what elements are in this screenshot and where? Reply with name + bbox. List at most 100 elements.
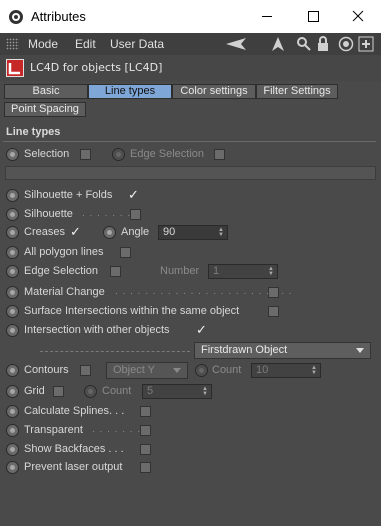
calculate-splines-checkbox[interactable] <box>140 406 151 417</box>
search-icon[interactable] <box>296 36 312 52</box>
surface-intersections-checkbox[interactable] <box>268 306 279 317</box>
all-polygon-lines-checkbox[interactable] <box>120 247 131 258</box>
minimize-button[interactable] <box>244 0 290 33</box>
silhouette-folds-row: Silhouette + Folds ✓ <box>0 187 381 205</box>
intersection-other-checkbox[interactable]: ✓ <box>196 324 207 337</box>
transparent-row: Transparent . . . . . . . <box>0 422 381 440</box>
calculate-splines-radio[interactable] <box>6 405 19 418</box>
angle-spinner-icon[interactable]: ▲ ▼ <box>218 227 224 238</box>
selection-checkbox[interactable] <box>80 149 91 160</box>
arrow-left-icon[interactable] <box>224 36 252 52</box>
number-value: 1 <box>213 265 220 277</box>
selection-link-field[interactable] <box>5 166 376 180</box>
object-header-label: LC4D for objects [LC4D] <box>30 61 163 74</box>
grid-count-spinner-icon[interactable]: ▲ ▼ <box>202 386 208 397</box>
firstdrawn-dropdown[interactable]: Firstdrawn Object <box>194 342 371 359</box>
maximize-icon <box>308 11 319 22</box>
tab-basic[interactable]: Basic <box>4 84 88 99</box>
material-change-row: Material Change . . . . . . . . . . . . … <box>0 284 381 302</box>
show-backfaces-label: Show Backfaces . . . <box>24 443 124 455</box>
creases-radio[interactable] <box>6 226 19 239</box>
grid-count-value: 5 <box>147 385 154 397</box>
silhouette-label: Silhouette <box>24 208 73 220</box>
show-backfaces-radio[interactable] <box>6 443 19 456</box>
silhouette-folds-radio[interactable] <box>6 189 19 202</box>
silhouette-dots: . . . . . . . <box>82 208 132 219</box>
contours-count-label: Count <box>212 364 242 376</box>
edge-selection-row-checkbox[interactable] <box>110 266 121 277</box>
prevent-laser-checkbox[interactable] <box>140 462 151 473</box>
edge-selection-label: Edge Selection <box>130 148 204 160</box>
number-spinner-icon[interactable]: ▲ ▼ <box>268 266 274 277</box>
angle-label: Angle <box>121 226 150 238</box>
menu-mode[interactable]: Mode <box>28 37 58 51</box>
material-change-checkbox[interactable] <box>268 287 279 298</box>
surface-intersections-row: Surface Intersections within the same ob… <box>0 303 381 321</box>
selection-radio[interactable] <box>6 148 19 161</box>
show-backfaces-checkbox[interactable] <box>140 444 151 455</box>
creases-label: Creases <box>24 226 65 238</box>
tab-line-types[interactable]: Line types <box>88 84 172 99</box>
silhouette-radio[interactable] <box>6 208 19 221</box>
chevron-down-icon <box>173 368 181 373</box>
target-icon[interactable] <box>338 36 354 52</box>
selection-label: Selection <box>24 148 70 160</box>
app-icon <box>9 10 23 24</box>
object-header: LC4D for objects [LC4D] <box>0 55 381 81</box>
contours-count-value: 10 <box>256 364 269 376</box>
creases-checkbox[interactable]: ✓ <box>70 226 81 239</box>
number-input[interactable]: 1 ▲ ▼ <box>208 264 278 279</box>
silhouette-checkbox[interactable] <box>130 209 141 220</box>
material-change-radio[interactable] <box>6 286 19 299</box>
intersection-other-row: Intersection with other objects ✓ <box>0 322 381 340</box>
prevent-laser-row: Prevent laser output <box>0 459 381 477</box>
prevent-laser-radio[interactable] <box>6 461 19 474</box>
grid-count-radio[interactable] <box>84 385 97 398</box>
grip-handle[interactable] <box>6 38 19 50</box>
angle-value: 90 <box>163 226 176 238</box>
menu-edit[interactable]: Edit <box>75 37 96 51</box>
tab-color-settings[interactable]: Color settings <box>172 84 256 99</box>
minimize-icon <box>262 16 272 17</box>
angle-input[interactable]: 90 ▲ ▼ <box>158 225 228 240</box>
contours-radio[interactable] <box>6 364 19 377</box>
arrow-up-icon[interactable] <box>270 36 286 52</box>
add-icon[interactable] <box>358 36 374 52</box>
contours-count-radio[interactable] <box>195 364 208 377</box>
edge-selection-row-radio[interactable] <box>6 265 19 278</box>
tab-filter-settings[interactable]: Filter Settings <box>256 84 338 99</box>
edge-selection-checkbox[interactable] <box>214 149 225 160</box>
tab-point-spacing[interactable]: Point Spacing <box>4 102 86 117</box>
grid-radio[interactable] <box>6 385 19 398</box>
silhouette-row: Silhouette . . . . . . . <box>0 206 381 224</box>
menu-user-data[interactable]: User Data <box>110 37 164 51</box>
grid-count-input[interactable]: 5 ▲ ▼ <box>142 384 212 399</box>
transparent-radio[interactable] <box>6 424 19 437</box>
all-polygon-lines-radio[interactable] <box>6 246 19 259</box>
angle-radio[interactable] <box>103 226 116 239</box>
contours-count-input[interactable]: 10 ▲ ▼ <box>251 363 321 378</box>
contours-count-spinner-icon[interactable]: ▲ ▼ <box>311 365 317 376</box>
calculate-splines-row: Calculate Splines. . . <box>0 403 381 421</box>
number-label: Number <box>160 265 200 277</box>
lock-icon[interactable] <box>316 36 330 52</box>
section-divider <box>3 141 376 142</box>
edge-selection-radio[interactable] <box>112 148 125 161</box>
silhouette-folds-checkbox[interactable]: ✓ <box>128 189 139 202</box>
window-title: Attributes <box>31 9 86 24</box>
material-change-label: Material Change <box>24 286 105 298</box>
surface-intersections-radio[interactable] <box>6 305 19 318</box>
calculate-splines-label: Calculate Splines. . . <box>24 405 125 417</box>
transparent-checkbox[interactable] <box>140 425 151 436</box>
show-backfaces-row: Show Backfaces . . . <box>0 441 381 459</box>
contours-axis-dropdown[interactable]: Object Y <box>106 362 188 379</box>
grid-checkbox[interactable] <box>53 386 64 397</box>
selection-row: Selection Edge Selection <box>0 146 381 164</box>
edge-selection-row-label: Edge Selection <box>24 265 98 277</box>
intersection-other-radio[interactable] <box>6 324 19 337</box>
close-button[interactable] <box>335 0 381 33</box>
prevent-laser-label: Prevent laser output <box>24 461 123 473</box>
maximize-button[interactable] <box>290 0 336 33</box>
contours-checkbox[interactable] <box>80 365 91 376</box>
grid-count-label: Count <box>102 385 132 397</box>
